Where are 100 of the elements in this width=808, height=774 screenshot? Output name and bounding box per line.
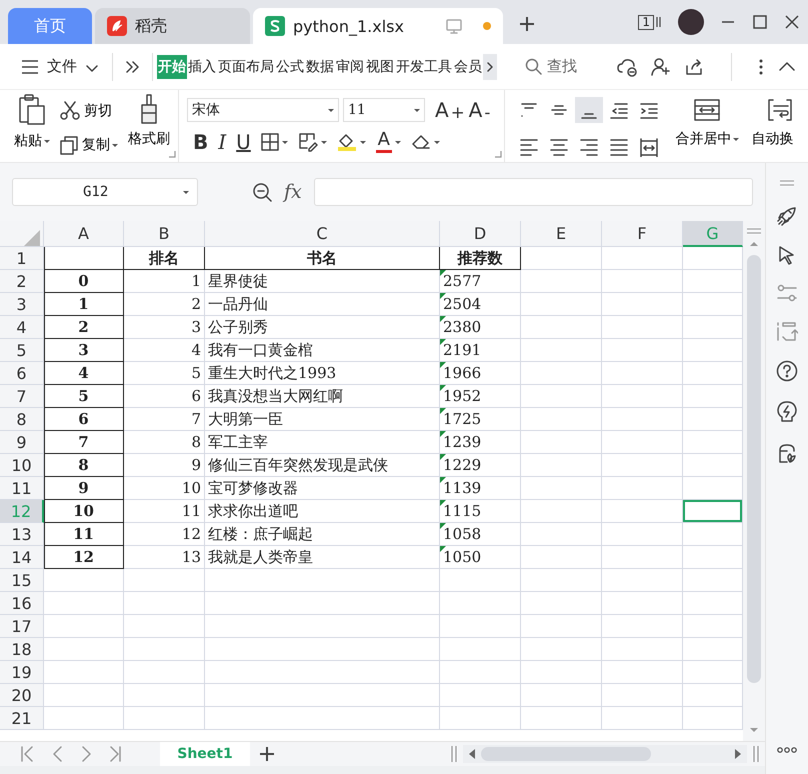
row-header[interactable]: 3 [0, 293, 44, 316]
row-header[interactable]: 14 [0, 546, 44, 569]
ribbon-tab[interactable]: 插入 [187, 54, 217, 78]
name-box[interactable]: G12 [12, 178, 198, 206]
row-header[interactable]: 2 [0, 270, 44, 293]
wrap-text-icon[interactable] [767, 98, 794, 122]
next-sheet-icon[interactable] [81, 745, 92, 763]
underline-button[interactable]: U [236, 130, 251, 154]
row-header[interactable]: 16 [0, 592, 44, 615]
scroll-up-icon[interactable] [750, 241, 758, 247]
row-header[interactable]: 20 [0, 684, 44, 707]
document-tab[interactable]: 稻壳 [95, 8, 250, 44]
scroll-right-icon[interactable] [735, 749, 741, 759]
search-button[interactable]: 查找 [525, 57, 577, 76]
scissors-icon[interactable] [60, 101, 80, 121]
merge-center-button[interactable]: 合并居中 [675, 130, 740, 148]
double-chevron-icon[interactable] [125, 60, 140, 74]
ribbon-tab[interactable]: 审阅 [335, 54, 365, 78]
column-header[interactable]: A [44, 221, 124, 247]
row-header[interactable]: 21 [0, 707, 44, 730]
formula-input[interactable] [314, 178, 753, 206]
close-icon[interactable] [784, 14, 800, 30]
panel-handle-icon[interactable] [779, 179, 795, 187]
bold-button[interactable]: B [193, 130, 208, 154]
row-header[interactable]: 13 [0, 523, 44, 546]
add-sheet-icon[interactable] [258, 745, 276, 763]
column-header[interactable]: F [602, 221, 683, 247]
align-bottom-button[interactable] [575, 96, 604, 122]
copy-button[interactable]: 复制 [82, 136, 118, 154]
paste-button[interactable]: 粘贴 [14, 132, 50, 150]
ribbon-tab[interactable]: 数据 [305, 54, 335, 78]
row-header[interactable]: 8 [0, 408, 44, 431]
font-size-select[interactable]: 11 [343, 98, 425, 122]
new-tab-icon[interactable] [518, 15, 536, 33]
more-icon[interactable] [758, 58, 764, 76]
previous-sheet-icon[interactable] [52, 745, 63, 763]
first-sheet-icon[interactable] [20, 745, 34, 763]
italic-button[interactable]: I [218, 130, 226, 154]
file-menu[interactable]: 文件 [20, 54, 100, 79]
row-header[interactable]: 5 [0, 339, 44, 362]
help-icon[interactable] [776, 360, 798, 382]
copy-icon[interactable] [60, 136, 78, 154]
more-tabs-icon[interactable] [483, 54, 497, 80]
add-user-icon[interactable] [651, 56, 671, 76]
window-count-badge[interactable]: 1 [638, 14, 654, 30]
transform-icon[interactable] [776, 321, 798, 341]
scroll-left-icon[interactable] [469, 749, 475, 759]
row-header[interactable]: 9 [0, 431, 44, 454]
cell-style-icon[interactable] [298, 132, 318, 152]
row-header[interactable]: 19 [0, 661, 44, 684]
ribbon-tab[interactable]: 视图 [365, 54, 395, 78]
scroll-down-icon[interactable] [750, 727, 758, 733]
ribbon-tab[interactable]: 页面布局 [217, 54, 275, 78]
row-header[interactable]: 1 [0, 247, 44, 270]
format-painter-button[interactable]: 格式刷 [128, 130, 170, 148]
avatar-icon[interactable] [678, 9, 704, 35]
borders-icon[interactable] [260, 133, 279, 151]
split-handle-icon[interactable] [451, 746, 457, 762]
row-header[interactable]: 10 [0, 454, 44, 477]
row-header[interactable]: 4 [0, 316, 44, 339]
bolt-icon[interactable] [776, 401, 798, 423]
row-header[interactable]: 17 [0, 615, 44, 638]
last-sheet-icon[interactable] [110, 745, 122, 763]
function-button[interactable]: fx [284, 181, 302, 203]
column-header[interactable]: B [124, 221, 205, 247]
collapse-icon[interactable] [778, 60, 796, 74]
column-header[interactable]: E [521, 221, 602, 247]
cloud-icon[interactable] [617, 56, 637, 76]
zoom-out-icon[interactable] [252, 182, 272, 202]
row-header[interactable]: 7 [0, 385, 44, 408]
table-cell: 求求你出道吧 [205, 500, 440, 523]
font-select[interactable]: 宋体 [187, 98, 339, 122]
share-icon[interactable] [685, 56, 705, 76]
dialog-launcher-icon[interactable] [494, 150, 502, 158]
paste-icon[interactable] [18, 94, 46, 126]
fill-color-icon[interactable] [336, 132, 357, 152]
sliders-icon[interactable] [777, 284, 797, 302]
merge-icon[interactable] [693, 98, 722, 122]
font-color-button[interactable]: A [376, 132, 392, 152]
row-header[interactable]: 18 [0, 638, 44, 661]
document-tab[interactable]: python_1.xlsx [253, 8, 503, 44]
cut-button[interactable]: 剪切 [84, 102, 112, 120]
row-header[interactable]: 15 [0, 569, 44, 592]
scrollbar-thumb[interactable] [747, 255, 761, 683]
dialog-launcher-icon[interactable] [168, 150, 176, 158]
wrap-text-button[interactable]: 自动换 [751, 130, 794, 148]
rocket-icon[interactable] [777, 206, 797, 226]
column-header[interactable]: C [205, 221, 440, 247]
eraser-icon[interactable] [410, 133, 431, 151]
row-header[interactable]: 6 [0, 362, 44, 385]
split-handle-icon[interactable] [753, 746, 759, 762]
split-handle-icon[interactable] [746, 227, 762, 235]
column-header[interactable]: D [440, 221, 521, 247]
maximize-icon[interactable] [752, 14, 768, 30]
ribbon-tab[interactable]: 开发工具 [395, 54, 453, 78]
ribbon-tab[interactable]: 会员 [453, 54, 483, 78]
row-header[interactable]: 11 [0, 477, 44, 500]
selected-cell[interactable] [683, 500, 743, 523]
more-icon[interactable] [777, 747, 797, 753]
ribbon-tab[interactable]: 公式 [275, 54, 305, 78]
